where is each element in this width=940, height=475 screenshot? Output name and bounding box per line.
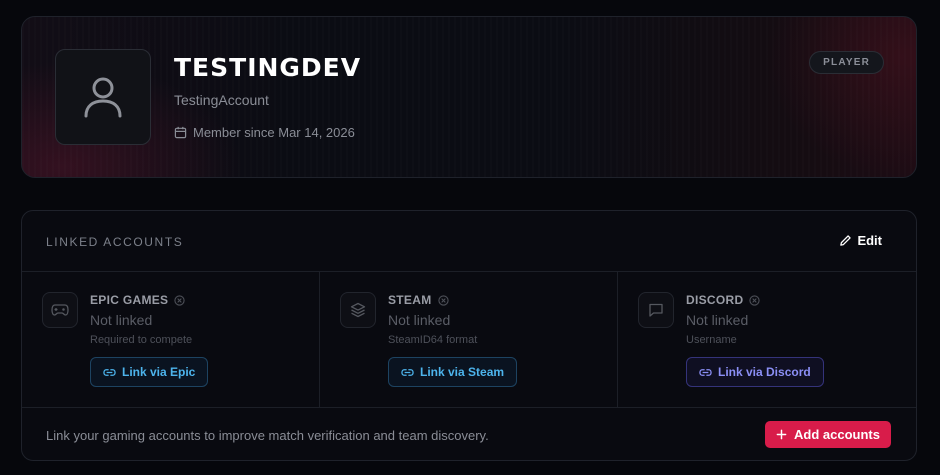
link-epic-label: Link via Epic bbox=[122, 365, 196, 379]
platform-name: STEAM bbox=[388, 293, 449, 307]
platform-icon-epic bbox=[42, 292, 78, 328]
platform-name: DISCORD bbox=[686, 293, 761, 307]
account-discord: DISCORD Not linked Username Link via Dis… bbox=[618, 272, 916, 407]
platform-name: EPIC GAMES bbox=[90, 293, 185, 307]
link-icon bbox=[699, 368, 712, 376]
platform-hint: Username bbox=[686, 334, 737, 346]
chat-icon bbox=[649, 303, 663, 317]
footer-text: Link your gaming accounts to improve mat… bbox=[46, 428, 489, 443]
platform-icon-discord bbox=[638, 292, 674, 328]
gamepad-icon bbox=[51, 304, 69, 316]
avatar bbox=[55, 49, 151, 145]
profile-page: TESTINGDEV TestingAccount Member since M… bbox=[0, 0, 940, 475]
user-icon bbox=[84, 77, 122, 118]
linked-accounts-header: LINKED ACCOUNTS Edit bbox=[22, 211, 916, 272]
profile-username: TestingAccount bbox=[174, 92, 269, 108]
platform-name-text: DISCORD bbox=[686, 293, 744, 307]
link-icon bbox=[401, 368, 414, 376]
link-discord-button[interactable]: Link via Discord bbox=[686, 357, 824, 387]
platform-status: Not linked bbox=[388, 312, 451, 328]
calendar-icon bbox=[174, 126, 187, 139]
member-since-text: Member since Mar 14, 2026 bbox=[193, 125, 355, 140]
link-icon bbox=[103, 368, 116, 376]
pencil-icon bbox=[840, 235, 852, 246]
edit-button[interactable]: Edit bbox=[839, 233, 882, 248]
link-epic-button[interactable]: Link via Epic bbox=[90, 357, 209, 387]
link-steam-label: Link via Steam bbox=[420, 365, 505, 379]
add-accounts-label: Add accounts bbox=[794, 427, 880, 442]
plus-icon bbox=[776, 429, 787, 440]
platform-icon-steam bbox=[340, 292, 376, 328]
account-steam: STEAM Not linked SteamID64 format Link v… bbox=[320, 272, 618, 407]
link-steam-button[interactable]: Link via Steam bbox=[388, 357, 518, 387]
profile-card: TESTINGDEV TestingAccount Member since M… bbox=[21, 16, 917, 178]
link-discord-label: Link via Discord bbox=[718, 365, 811, 379]
accounts-row: EPIC GAMES Not linked Required to compet… bbox=[22, 272, 916, 408]
platform-hint: Required to compete bbox=[90, 334, 193, 346]
info-circle-icon bbox=[749, 294, 761, 306]
info-circle-icon bbox=[174, 294, 185, 306]
platform-name-text: STEAM bbox=[388, 293, 432, 307]
platform-status: Not linked bbox=[90, 312, 153, 328]
section-title: LINKED ACCOUNTS bbox=[46, 235, 184, 249]
layers-icon bbox=[350, 302, 366, 318]
profile-display-name: TESTINGDEV bbox=[174, 53, 362, 82]
account-epic-games: EPIC GAMES Not linked Required to compet… bbox=[22, 272, 320, 407]
platform-status: Not linked bbox=[686, 312, 749, 328]
add-accounts-button[interactable]: Add accounts bbox=[765, 421, 891, 448]
platform-name-text: EPIC GAMES bbox=[90, 293, 169, 307]
info-circle-icon bbox=[437, 294, 449, 306]
member-since: Member since Mar 14, 2026 bbox=[174, 125, 355, 140]
role-badge: PLAYER bbox=[809, 51, 884, 74]
platform-hint: SteamID64 format bbox=[388, 334, 478, 346]
edit-button-label: Edit bbox=[857, 233, 882, 248]
linked-accounts-card: LINKED ACCOUNTS Edit EPIC GAMES Not link… bbox=[21, 210, 917, 461]
